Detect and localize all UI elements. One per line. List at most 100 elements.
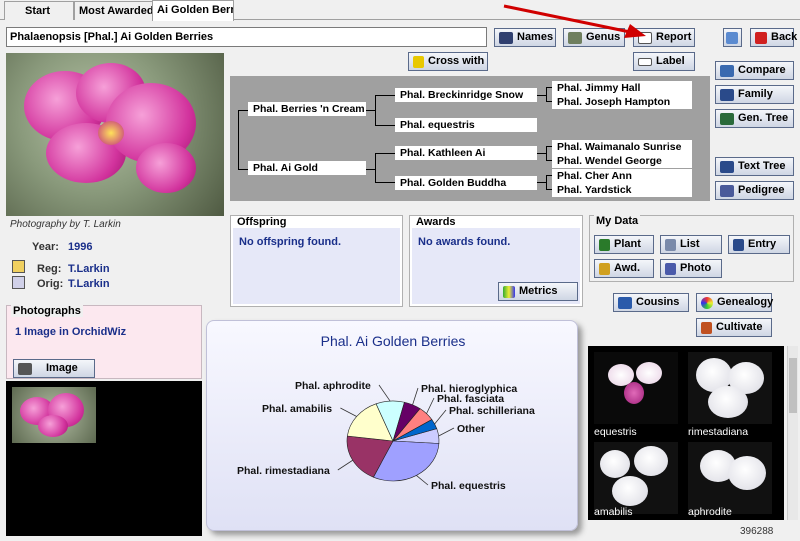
pedigree-label: Pedigree — [738, 184, 785, 196]
compare-button[interactable]: Compare — [715, 61, 794, 80]
tab-ai-golden-berries-label: Ai Golden Berries — [157, 4, 233, 16]
compare-icon — [720, 64, 734, 77]
tree-grandparent-2[interactable]: Phal. equestris — [395, 118, 537, 132]
record-id: 396288 — [740, 526, 774, 537]
gallery-scroll-thumb[interactable] — [789, 358, 797, 413]
tree-parent-2[interactable]: Phal. Ai Gold — [248, 161, 366, 175]
reg-label: Reg: — [37, 263, 62, 275]
photo-thumbnail[interactable] — [12, 387, 96, 443]
back-arrow-icon — [755, 31, 767, 44]
tree-great-grandparent-1[interactable]: Phal. Jimmy Hall — [552, 81, 692, 95]
tab-start[interactable]: Start — [4, 1, 74, 20]
plant-button[interactable]: Plant — [594, 235, 654, 254]
tree-great-grandparent-2[interactable]: Phal. Joseph Hampton — [552, 95, 692, 109]
family-button[interactable]: Family — [715, 85, 794, 104]
list-label: List — [680, 238, 700, 250]
pie-leader-line — [434, 409, 447, 425]
photographs-panel: Photographs 1 Image in OrchidWiz Image — [6, 305, 202, 379]
pedigree-button[interactable]: Pedigree — [715, 181, 794, 200]
photo-button[interactable]: Photo — [660, 259, 722, 278]
gallery-thumb-aphrodite[interactable] — [688, 442, 772, 514]
gallery-label-amabilis: amabilis — [594, 506, 633, 518]
label-label: Label — [656, 55, 685, 67]
reg-value: T.Larkin — [68, 263, 110, 275]
gallery-thumb-amabilis[interactable] — [594, 442, 678, 514]
label-icon — [638, 57, 652, 66]
pie-label: Phal. fasciata — [437, 393, 504, 405]
pie-label: Phal. schilleriana — [449, 405, 535, 417]
family-tree: Phal. Berries 'n Cream Phal. Ai Gold Pha… — [230, 76, 710, 201]
gen-tree-icon — [720, 112, 734, 125]
image-button[interactable]: Image — [13, 359, 95, 378]
gallery-scrollbar[interactable] — [787, 346, 798, 520]
genealogy-button[interactable]: Genealogy — [696, 293, 774, 312]
tab-most-awarded-label: Most Awarded — [79, 5, 154, 17]
gen-tree-label: Gen. Tree — [738, 112, 789, 124]
gallery-thumb-rimestadiana[interactable] — [688, 352, 772, 424]
offspring-text: No offspring found. — [239, 236, 342, 248]
tree-great-grandparent-3[interactable]: Phal. Waimanalo Sunrise — [552, 140, 692, 154]
pie-chart: Other Phal. equestris Phal. rimestadiana Ph… — [237, 380, 535, 492]
genealogy-label: Genealogy — [717, 296, 774, 308]
tab-ai-golden-berries[interactable]: Ai Golden Berries — [152, 0, 234, 21]
genealogy-icon — [701, 296, 713, 309]
metrics-label: Metrics — [519, 285, 558, 297]
cross-icon — [413, 55, 424, 68]
pie-leader-line — [340, 407, 357, 417]
pie-leader-line — [426, 397, 435, 414]
year-label: Year: — [32, 241, 59, 253]
tree-grandparent-1[interactable]: Phal. Breckinridge Snow — [395, 88, 537, 102]
cultivate-button[interactable]: Cultivate — [696, 318, 772, 337]
home-button[interactable] — [723, 28, 742, 47]
offspring-panel: Offspring No offspring found. — [230, 215, 403, 307]
tab-most-awarded[interactable]: Most Awarded — [74, 1, 154, 20]
back-button[interactable]: Back — [750, 28, 798, 47]
list-button[interactable]: List — [660, 235, 722, 254]
awd-label: Awd. — [614, 262, 641, 274]
photographs-title: Photographs — [11, 305, 83, 317]
cousins-icon — [618, 296, 632, 309]
offspring-title: Offspring — [237, 216, 287, 228]
entry-icon — [733, 238, 744, 251]
tab-start-label: Start — [25, 5, 51, 17]
pie-label: Other — [457, 423, 485, 435]
plant-name-input[interactable] — [6, 27, 487, 47]
text-tree-button[interactable]: Text Tree — [715, 157, 794, 176]
tree-great-grandparent-5[interactable]: Phal. Cher Ann — [552, 169, 692, 183]
pedigree-icon — [720, 184, 734, 197]
gen-tree-button[interactable]: Gen. Tree — [715, 109, 794, 128]
cultivate-label: Cultivate — [716, 321, 763, 333]
gallery-thumb-equestris[interactable] — [594, 352, 678, 424]
pie-leader-line — [416, 475, 429, 486]
plant-icon — [599, 238, 610, 251]
year-value: 1996 — [68, 241, 93, 253]
photographs-count: 1 Image in OrchidWiz — [15, 326, 127, 338]
tree-grandparent-4[interactable]: Phal. Golden Buddha — [395, 176, 537, 190]
tree-grandparent-3[interactable]: Phal. Kathleen Ai — [395, 146, 537, 160]
awd-button[interactable]: Awd. — [594, 259, 654, 278]
back-label: Back — [771, 31, 798, 43]
my-data-panel: My Data Plant List Entry Awd. Photo — [589, 215, 794, 282]
cross-with-button[interactable]: Cross with — [408, 52, 488, 71]
metrics-icon — [503, 285, 515, 298]
flowerpot-icon — [701, 321, 712, 334]
entry-button[interactable]: Entry — [728, 235, 790, 254]
photo-icon — [665, 262, 676, 275]
photo-label: Photo — [680, 262, 712, 274]
camera-icon — [18, 362, 32, 375]
tree-great-grandparent-4[interactable]: Phal. Wendel George — [552, 154, 692, 168]
species-gallery: equestris rimestadiana amabilis aphrodit… — [588, 346, 784, 520]
tree-parent-1[interactable]: Phal. Berries 'n Cream — [248, 102, 366, 116]
cousins-button[interactable]: Cousins — [613, 293, 689, 312]
list-icon — [665, 238, 676, 251]
photo-caption: Photography by T. Larkin — [10, 219, 121, 230]
label-button[interactable]: Label — [633, 52, 695, 71]
pie-label: Phal. aphrodite — [295, 380, 371, 392]
ancestry-pie-chart-card: Phal. Ai Golden Berries Other Phal. eques… — [206, 320, 578, 531]
originator-icon[interactable] — [12, 276, 25, 289]
gallery-label-rimestadiana: rimestadiana — [688, 426, 749, 438]
pie-leader-line — [337, 459, 353, 471]
tree-great-grandparent-6[interactable]: Phal. Yardstick — [552, 183, 692, 197]
metrics-button[interactable]: Metrics — [498, 282, 578, 301]
registrant-icon[interactable] — [12, 260, 25, 273]
